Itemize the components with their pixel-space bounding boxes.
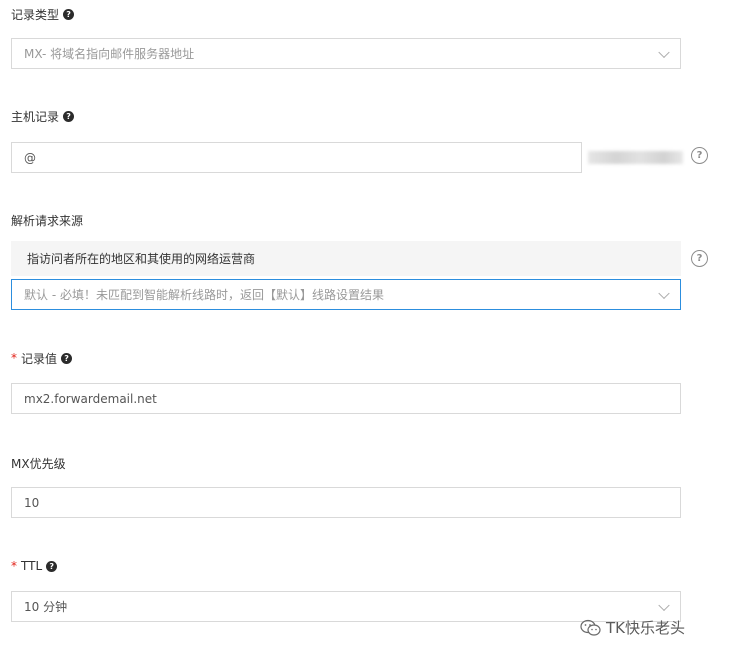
mx-priority-input[interactable]: 10	[11, 487, 681, 518]
ttl-label-row: * TTL ?	[11, 558, 58, 574]
watermark-text: TK快乐老头	[606, 619, 685, 637]
domain-suffix-redacted	[588, 151, 683, 164]
host-record-label-row: 主机记录 ?	[11, 108, 75, 124]
record-type-value: MX- 将域名指向邮件服务器地址	[24, 47, 195, 61]
host-record-label: 主机记录	[11, 109, 60, 124]
host-record-value: @	[24, 150, 36, 165]
help-outline-icon[interactable]: ?	[691, 250, 708, 267]
host-record-input[interactable]: @	[11, 142, 582, 173]
chevron-down-icon	[658, 287, 670, 299]
resolution-line-value: 默认 - 必填！未匹配到智能解析线路时，返回【默认】线路设置结果	[24, 288, 384, 302]
resolution-line-select[interactable]: 默认 - 必填！未匹配到智能解析线路时，返回【默认】线路设置结果	[11, 279, 681, 310]
mx-priority-label-row: MX优先级	[11, 455, 66, 471]
resolution-source-label: 解析请求来源	[11, 213, 84, 228]
record-type-select[interactable]: MX- 将域名指向邮件服务器地址	[11, 38, 681, 69]
help-icon[interactable]: ?	[63, 110, 75, 122]
record-value-text: mx2.forwardemail.net	[24, 391, 157, 406]
help-icon[interactable]: ?	[61, 352, 73, 364]
help-icon[interactable]: ?	[63, 8, 75, 20]
mx-priority-label: MX优先级	[11, 456, 66, 471]
required-mark: *	[11, 559, 17, 573]
record-value-label: 记录值	[21, 351, 58, 366]
chevron-down-icon	[658, 46, 670, 58]
record-value-label-row: * 记录值 ?	[11, 350, 73, 366]
wechat-icon	[580, 619, 601, 636]
help-outline-icon[interactable]: ?	[691, 147, 708, 164]
watermark: TK快乐老头	[580, 617, 685, 638]
ttl-label: TTL	[21, 559, 43, 573]
chevron-down-icon	[658, 599, 670, 611]
resolution-source-description: 指访问者所在的地区和其使用的网络运营商	[11, 241, 681, 276]
help-icon[interactable]: ?	[46, 560, 58, 572]
resolution-source-description-text: 指访问者所在的地区和其使用的网络运营商	[27, 252, 256, 266]
resolution-source-label-row: 解析请求来源	[11, 212, 83, 228]
required-mark: *	[11, 351, 17, 365]
record-value-input[interactable]: mx2.forwardemail.net	[11, 383, 681, 414]
record-type-label-row: 记录类型 ?	[11, 6, 75, 22]
ttl-value: 10 分钟	[24, 600, 68, 614]
mx-priority-value: 10	[24, 495, 40, 510]
record-type-label: 记录类型	[11, 7, 60, 22]
